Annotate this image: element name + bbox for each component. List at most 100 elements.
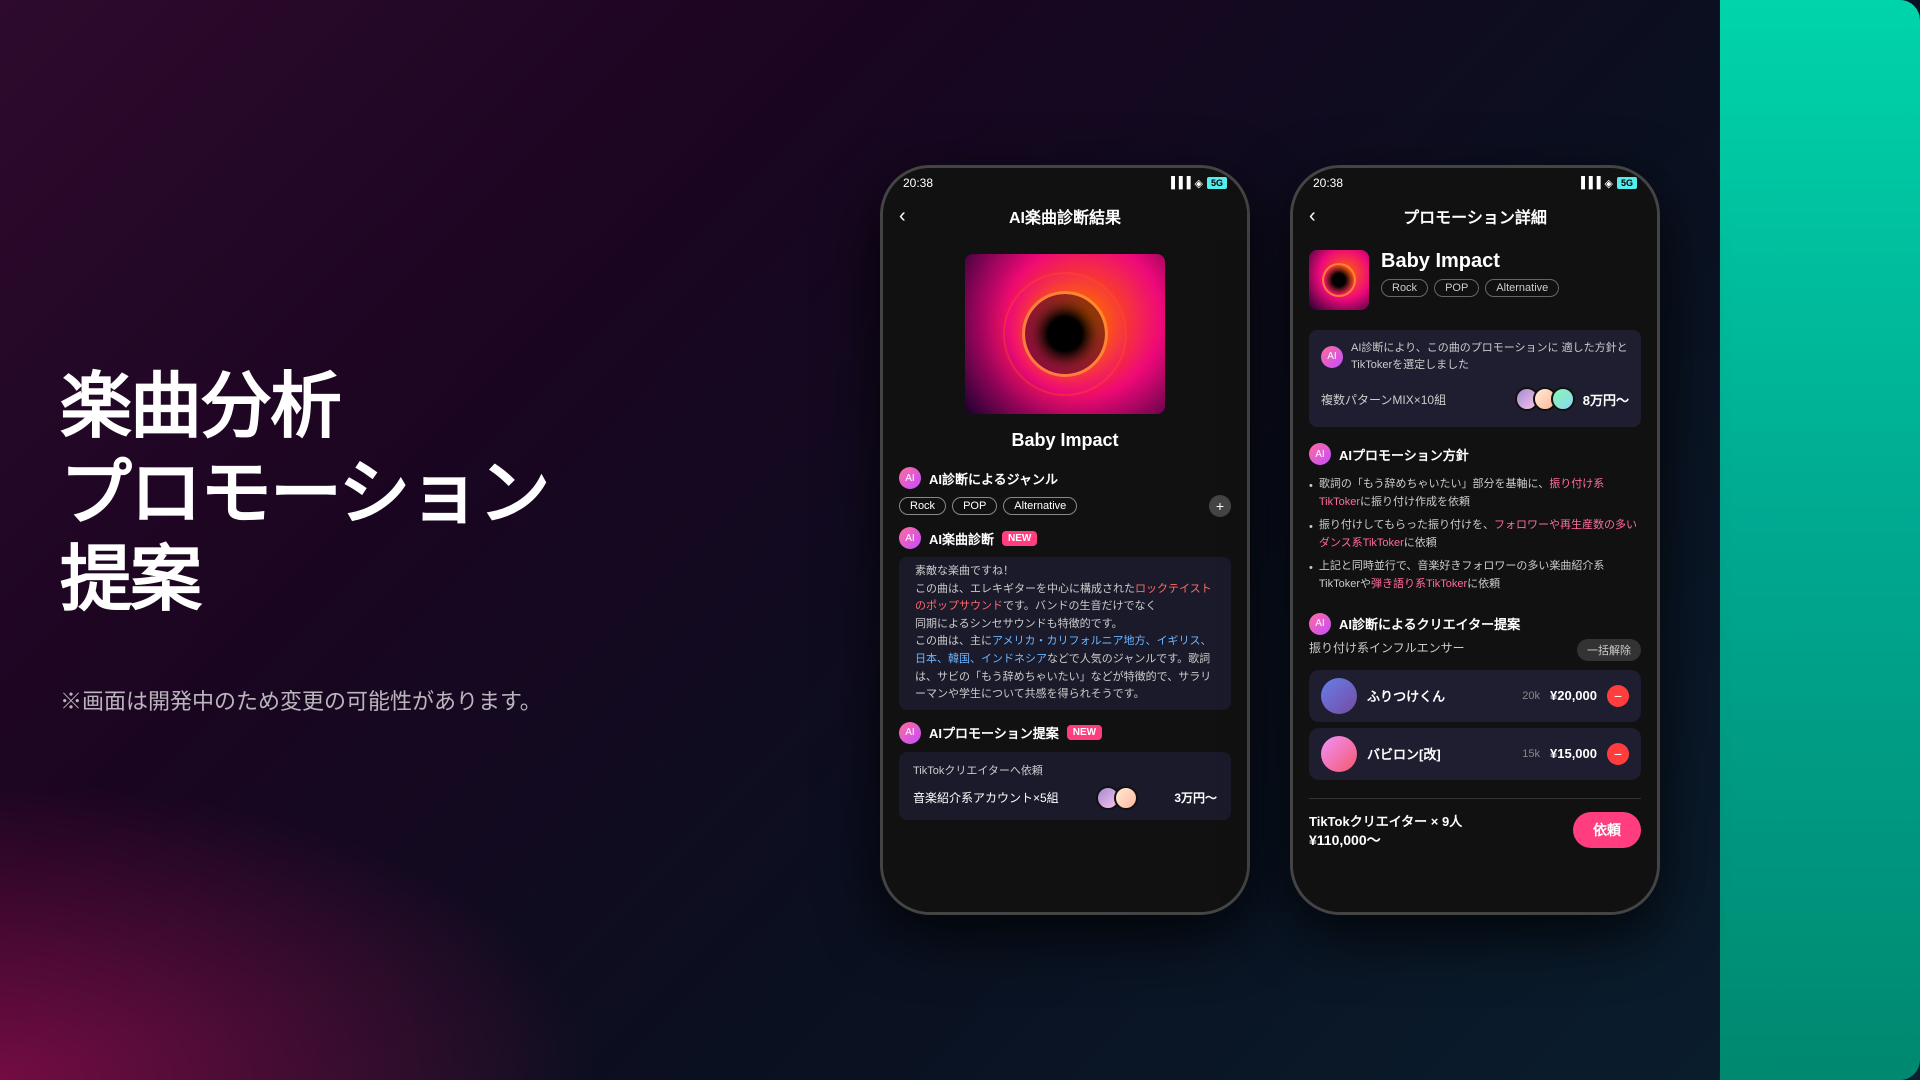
main-container: 楽曲分析 プロモーション提案 ※画面は開発中のため変更の可能性があります。 20… [0, 0, 1920, 1080]
genre-row: Rock POP Alternative + [883, 493, 1247, 519]
new-badge-promo: NEW [1067, 725, 1102, 740]
header-title-2: プロモーション詳細 [1403, 204, 1547, 228]
promo-album-art [1309, 250, 1369, 310]
music-account-row: 音楽紹介系アカウント×5組 3万円〜 [913, 786, 1217, 810]
ai-icon-creator: AI [1309, 613, 1331, 635]
tiktok-creator-count: TikTokクリエイター × 9人 [1309, 811, 1462, 830]
creator-avatars [1096, 786, 1138, 810]
phone-content-1: Baby Impact AI AI診断によるジャンル Rock POP Alte… [883, 238, 1247, 912]
creator-name-1: ふりつけくん [1367, 686, 1512, 705]
phones-area: 20:38 ▐▐▐ ◈ 5G ‹ AI楽曲診断結果 Baby Impact AI [620, 145, 1920, 935]
creator-thumb-2 [1321, 736, 1357, 772]
policy-item-1: • 歌詞の「もう辞めちゃいたい」部分を基軸に、振り付け系TikTokerに振り付… [1309, 473, 1641, 514]
genre-tags: Rock POP Alternative [883, 493, 1093, 519]
phone-content-2: Baby Impact Rock POP Alternative AI AI診断… [1293, 238, 1657, 912]
music-account-label: 音楽紹介系アカウント×5組 [913, 789, 1059, 806]
creator-avatar-2 [1114, 786, 1138, 810]
promo-box-1: TikTokクリエイターへ依頼 音楽紹介系アカウント×5組 3万円〜 [899, 752, 1231, 820]
policy-item-2: • 振り付けしてもらった振り付けを、フォロワーや再生産数の多いダンス系TikTo… [1309, 514, 1641, 555]
creator-section-header: 振り付け系インフルエンサー 一括解除 [1309, 639, 1641, 662]
wifi-icon-2: ◈ [1605, 177, 1613, 190]
remove-creator-1[interactable]: − [1607, 685, 1629, 707]
phone-header-2: ‹ プロモーション詳細 [1293, 194, 1657, 238]
ai-icon-genre: AI [899, 467, 921, 489]
genre-rock[interactable]: Rock [899, 497, 946, 515]
ai-icon-promo: AI [899, 722, 921, 744]
phone-mockup-1: 20:38 ▐▐▐ ◈ 5G ‹ AI楽曲診断結果 Baby Impact AI [880, 165, 1250, 915]
status-icons-1: ▐▐▐ ◈ 5G [1167, 177, 1227, 190]
creator-suggestion-label: AI診断によるクリエイター提案 [1339, 614, 1520, 633]
diagnosis-text-1: 素敵な楽曲ですね！この曲は、エレキギターを中心に構成された [915, 565, 1135, 595]
ai-policy-list: • 歌詞の「もう辞めちゃいたい」部分を基軸に、振り付け系TikTokerに振り付… [1293, 469, 1657, 605]
ai-icon-policy: AI [1309, 443, 1331, 465]
remove-creator-2[interactable]: − [1607, 743, 1629, 765]
song-title-1: Baby Impact [883, 430, 1247, 451]
creator-item-2: バビロン[改] 15k ¥15,000 − [1309, 728, 1641, 780]
section-divider [1309, 798, 1641, 799]
back-button-2[interactable]: ‹ [1309, 205, 1316, 228]
ai-policy-label: AIプロモーション方針 [1339, 445, 1469, 464]
tiktok-creator-label: TikTokクリエイターへ依頼 [913, 762, 1217, 778]
multi-pattern-price: 8万円〜 [1583, 390, 1629, 409]
wifi-icon-1: ◈ [1195, 177, 1203, 190]
creator-price-1: ¥20,000 [1550, 688, 1597, 703]
ai-analysis-header: AI AI診断により、この曲のプロモーションに 適した方針とTikTokerを選… [1321, 340, 1629, 373]
influencer-type-label: 振り付け系インフルエンサー [1309, 639, 1465, 656]
ai-icon-diagnosis: AI [899, 527, 921, 549]
main-title: 楽曲分析 プロモーション提案 [60, 364, 560, 623]
promo-genre-alternative: Alternative [1485, 279, 1559, 297]
promo-genre-tags: Rock POP Alternative [1381, 279, 1641, 297]
request-button[interactable]: 依頼 [1573, 812, 1641, 848]
genre-alternative[interactable]: Alternative [1003, 497, 1077, 515]
creator-suggestion-header: AI AI診断によるクリエイター提案 [1293, 605, 1657, 639]
policy-text-2: 振り付けしてもらった振り付けを、フォロワーや再生産数の多いダンス系TikToke… [1319, 517, 1641, 552]
new-badge-diagnosis: NEW [1002, 531, 1037, 546]
signal-icon-2: ▐▐▐ [1577, 177, 1600, 189]
policy-link-3: 弾き語り系TikToker [1371, 578, 1467, 590]
ai-policy-section-header: AI AIプロモーション方針 [1293, 435, 1657, 469]
creator-followers-1: 20k [1522, 690, 1540, 702]
back-button-1[interactable]: ‹ [899, 205, 906, 228]
left-panel: 楽曲分析 プロモーション提案 ※画面は開発中のため変更の可能性があります。 [0, 284, 620, 795]
dismiss-button[interactable]: 一括解除 [1577, 639, 1641, 661]
multi-avatar-3 [1551, 387, 1575, 411]
diagnosis-text-box: 素敵な楽曲ですね！この曲は、エレキギターを中心に構成されたロックテイストのポップ… [899, 557, 1231, 710]
promo-genre-pop: POP [1434, 279, 1479, 297]
promo-genre-rock: Rock [1381, 279, 1428, 297]
status-bar-2: 20:38 ▐▐▐ ◈ 5G [1293, 168, 1657, 194]
ai-diagnosis-label: AI楽曲診断 [929, 529, 994, 548]
album-art-image [965, 254, 1165, 414]
creator-followers-2: 15k [1522, 748, 1540, 760]
phone-header-1: ‹ AI楽曲診断結果 [883, 194, 1247, 238]
music-account-price: 3万円〜 [1174, 789, 1217, 806]
creator-count-row: 8万円〜 [1515, 387, 1629, 411]
add-genre-button[interactable]: + [1209, 495, 1231, 517]
promo-song-name: Baby Impact [1381, 250, 1641, 273]
battery-icon-2: 5G [1617, 177, 1637, 189]
tiktok-creator-row: TikTokクリエイター × 9人 ¥110,000〜 依頼 [1293, 803, 1657, 854]
status-icons-2: ▐▐▐ ◈ 5G [1577, 177, 1637, 190]
tiktok-creator-info: TikTokクリエイター × 9人 ¥110,000〜 [1309, 811, 1462, 850]
creator-item-1: ふりつけくん 20k ¥20,000 − [1309, 670, 1641, 722]
genre-section-label: AI診断によるジャンル [929, 469, 1058, 488]
creator-section: 振り付け系インフルエンサー 一括解除 ふりつけくん 20k ¥20,000 − … [1293, 639, 1657, 794]
title-line2: プロモーション提案 [60, 454, 549, 620]
creator-thumb-1 [1321, 678, 1357, 714]
ai-icon-analysis: AI [1321, 346, 1343, 368]
creator-name-2: バビロン[改] [1367, 744, 1512, 763]
title-line1: 楽曲分析 [60, 367, 340, 447]
total-price: ¥110,000〜 [1309, 830, 1462, 850]
policy-dot-1: • [1309, 478, 1313, 496]
multi-pattern-row: 複数パターンMIX×10組 8万円〜 [1321, 381, 1629, 417]
genre-pop[interactable]: POP [952, 497, 997, 515]
status-bar-1: 20:38 ▐▐▐ ◈ 5G [883, 168, 1247, 194]
disclaimer-text: ※画面は開発中のため変更の可能性があります。 [60, 684, 560, 716]
ai-diagnosis-section-header: AI AI楽曲診断 NEW [883, 519, 1247, 553]
creator-price-2: ¥15,000 [1550, 746, 1597, 761]
promo-proposal-label: AIプロモーション提案 [929, 723, 1059, 742]
time-display-1: 20:38 [903, 176, 933, 190]
policy-dot-3: • [1309, 560, 1313, 578]
ai-analysis-box: AI AI診断により、この曲のプロモーションに 適した方針とTikTokerを選… [1309, 330, 1641, 427]
time-display-2: 20:38 [1313, 176, 1343, 190]
promo-song-info: Baby Impact Rock POP Alternative [1381, 250, 1641, 310]
